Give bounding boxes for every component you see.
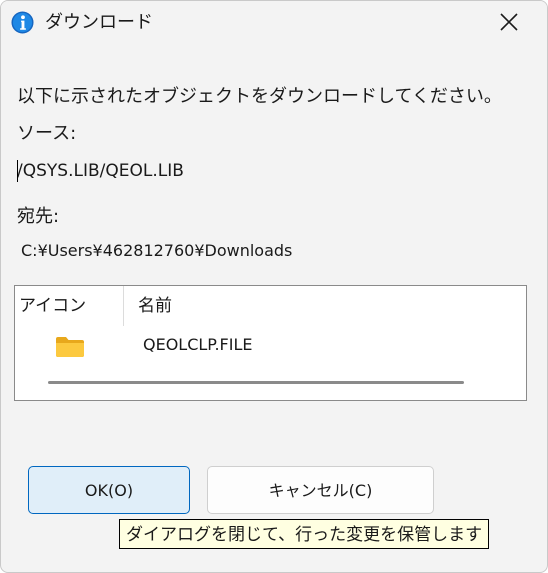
column-header-icon[interactable]: アイコン: [15, 286, 124, 326]
ok-button-tooltip: ダイアログを閉じて、行った変更を保管します: [119, 519, 490, 549]
destination-label: 宛先:: [17, 206, 60, 227]
source-label: ソース:: [17, 123, 77, 144]
list-item-name: QEOLCLP.FILE: [143, 335, 253, 354]
text-cursor: [17, 160, 18, 182]
close-icon: [500, 13, 518, 31]
horizontal-scrollbar[interactable]: [48, 381, 464, 384]
destination-path: C:¥Users¥462812760¥Downloads: [21, 241, 293, 260]
folder-icon: [56, 337, 84, 357]
window-title: ダウンロード: [45, 12, 153, 33]
list-item[interactable]: QEOLCLP.FILE: [15, 330, 526, 360]
instruction-message: 以下に示されたオブジェクトをダウンロードしてください。: [17, 86, 502, 107]
cancel-button[interactable]: キャンセル(C): [207, 466, 434, 514]
file-list[interactable]: アイコン 名前 QEOLCLP.FILE: [14, 285, 527, 401]
ok-button[interactable]: OK(O): [28, 466, 190, 514]
close-button[interactable]: [479, 1, 539, 43]
download-dialog: ダウンロード 以下に示されたオブジェクトをダウンロードしてください。 ソース: …: [0, 0, 548, 573]
column-header-name[interactable]: 名前: [124, 286, 324, 326]
list-header: アイコン 名前: [15, 286, 526, 326]
source-path-field[interactable]: /QSYS.LIB/QEOL.LIB: [17, 158, 184, 184]
column-header-name-label: 名前: [138, 296, 172, 316]
title-bar: ダウンロード: [1, 1, 547, 47]
column-header-icon-label: アイコン: [19, 296, 87, 316]
info-i-icon: [11, 11, 34, 34]
